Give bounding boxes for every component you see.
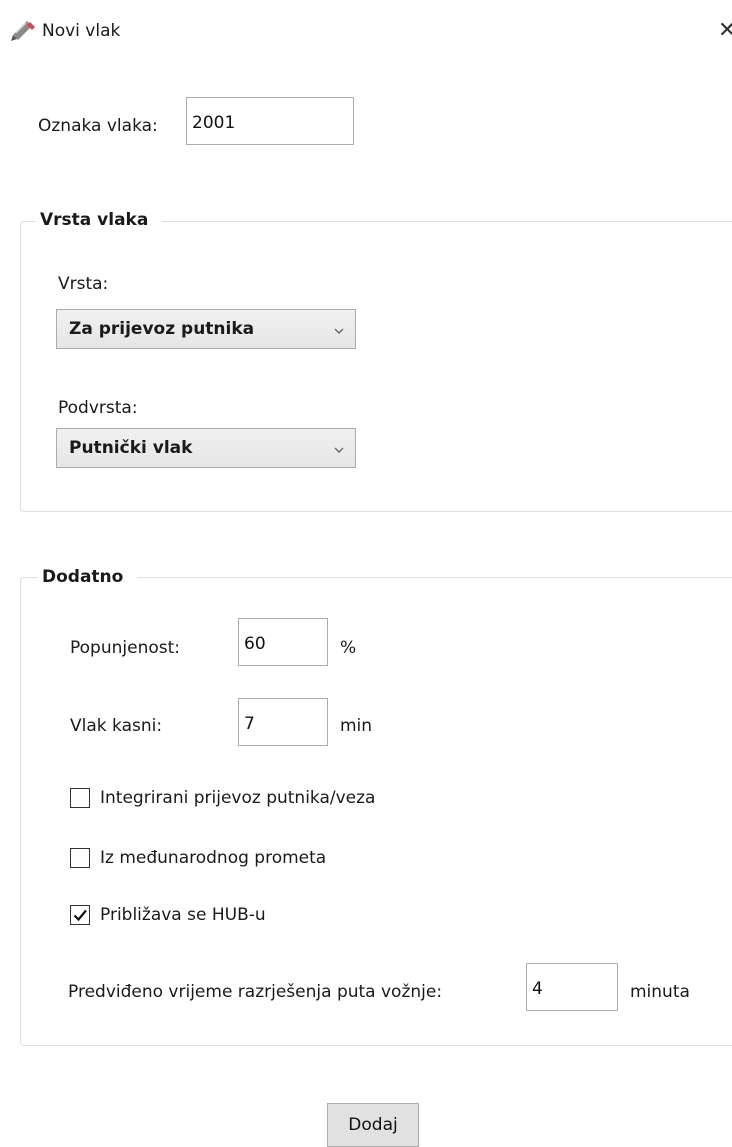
- international-traffic-checkbox[interactable]: [70, 848, 90, 868]
- chevron-down-icon: [333, 322, 345, 334]
- extra-group-title: Dodatno: [38, 565, 138, 589]
- occupancy-label: Popunjenost:: [70, 638, 180, 658]
- add-button[interactable]: Dodaj: [327, 1103, 419, 1147]
- new-train-dialog: Novi vlak ✕ Oznaka vlaka: Vrsta vlaka Vr…: [0, 0, 732, 1147]
- subtype-combo-value: Putnički vlak: [69, 438, 193, 458]
- dialog-title: Novi vlak: [42, 21, 121, 41]
- train-type-group-title: Vrsta vlaka: [36, 208, 163, 232]
- occupancy-input[interactable]: [238, 618, 328, 666]
- integrated-transport-label: Integrirani prijevoz putnika/veza: [100, 788, 376, 808]
- approaching-hub-label: Približava se HUB-u: [100, 905, 266, 925]
- approaching-hub-checkbox[interactable]: [70, 905, 90, 925]
- train-pencil-icon: [10, 20, 36, 44]
- subtype-combo[interactable]: Putnički vlak: [56, 428, 356, 468]
- type-combo[interactable]: Za prijevoz putnika: [56, 309, 356, 349]
- delay-input[interactable]: [238, 698, 328, 746]
- international-traffic-label: Iz međunarodnog prometa: [100, 848, 327, 868]
- resolution-time-input[interactable]: [526, 963, 618, 1011]
- subtype-label: Podvrsta:: [58, 398, 138, 418]
- resolution-time-unit: minuta: [630, 982, 690, 1002]
- delay-label: Vlak kasni:: [70, 716, 163, 736]
- close-button[interactable]: ✕: [718, 18, 732, 46]
- train-type-group: [20, 221, 732, 512]
- resolution-time-label: Predviđeno vrijeme razrješenja puta vožn…: [68, 982, 443, 1002]
- train-id-input[interactable]: [186, 97, 354, 145]
- integrated-transport-checkbox[interactable]: [70, 788, 90, 808]
- checkmark-icon: [73, 909, 87, 922]
- occupancy-unit: %: [340, 638, 357, 658]
- chevron-down-icon: [333, 441, 345, 453]
- delay-unit: min: [340, 716, 373, 736]
- type-combo-value: Za prijevoz putnika: [69, 319, 255, 339]
- train-id-label: Oznaka vlaka:: [38, 116, 158, 136]
- type-label: Vrsta:: [58, 274, 109, 294]
